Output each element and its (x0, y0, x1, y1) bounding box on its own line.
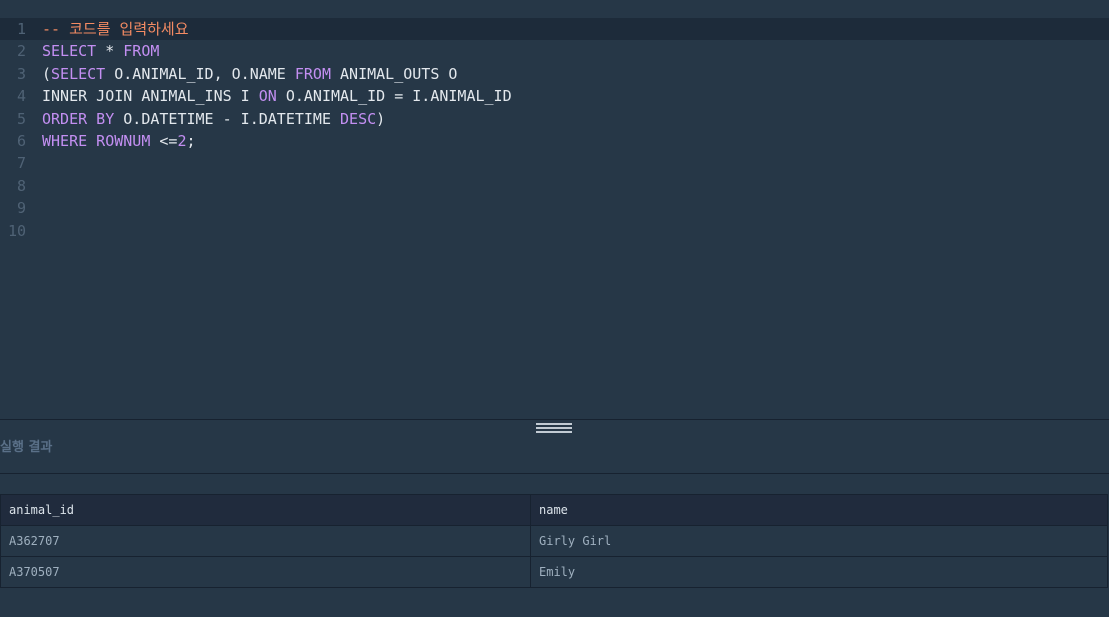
line-number: 6 (16, 131, 26, 150)
resize-handle[interactable] (536, 423, 572, 433)
code-token: ORDER BY (42, 109, 115, 128)
table-cell: Girly Girl (530, 525, 1108, 557)
code-line[interactable]: 6 WHERE ROWNUM <=2; (0, 130, 1109, 152)
code-text: WHERE ROWNUM <=2; (42, 130, 196, 152)
line-number: 8 (16, 176, 26, 195)
code-line[interactable]: 9 (0, 197, 1109, 219)
code-token: INNER JOIN ANIMAL_INS I (42, 87, 259, 106)
line-number: 3 (16, 64, 26, 83)
code-text: (SELECT O.ANIMAL_ID, O.NAME FROM ANIMAL_… (42, 63, 457, 85)
line-number: 1 (16, 20, 26, 38)
code-token: ) (376, 109, 386, 128)
result-table: animal_id name A362707 Girly Girl A37050… (0, 494, 1108, 588)
code-token: ON (258, 87, 277, 106)
line-number: 7 (16, 154, 26, 173)
table-cell: A370507 (0, 556, 531, 588)
code-token: SELECT (51, 64, 106, 83)
table-row: A362707 Girly Girl (0, 525, 1108, 557)
code-token: FROM (123, 42, 160, 61)
column-header-name: name (530, 494, 1108, 526)
table-header-row: animal_id name (0, 494, 1108, 526)
code-token: -- 코드를 입력하세요 (42, 20, 189, 38)
code-editor[interactable]: 1 -- 코드를 입력하세요 2 SELECT * FROM 3 (SELECT O.AN… (0, 0, 1109, 419)
table-row: A370507 Emily (0, 556, 1108, 588)
panel-divider (0, 419, 1109, 420)
code-line[interactable]: 3 (SELECT O.ANIMAL_ID, O.NAME FROM ANIMAL… (0, 63, 1109, 85)
code-token: SELECT (42, 42, 97, 61)
result-separator (0, 473, 1109, 474)
line-number: 5 (16, 109, 26, 128)
code-token: ANIMAL_OUTS O (331, 64, 458, 83)
code-token: DESC (340, 109, 377, 128)
code-token: O.DATETIME - I.DATETIME (114, 109, 341, 128)
table-cell: A362707 (0, 525, 531, 557)
code-line[interactable]: 7 (0, 152, 1109, 174)
code-token: <= (150, 131, 178, 150)
column-header-animal-id: animal_id (0, 494, 531, 526)
code-token: ( (42, 64, 52, 83)
table-cell: Emily (530, 556, 1108, 588)
code-line[interactable]: 1 -- 코드를 입력하세요 (0, 18, 1109, 41)
code-line[interactable]: 5 ORDER BY O.DATETIME - I.DATETIME DESC) (0, 108, 1109, 130)
code-text: -- 코드를 입력하세요 (42, 18, 189, 40)
code-line[interactable]: 2 SELECT * FROM (0, 40, 1109, 62)
line-number: 2 (16, 42, 26, 61)
result-title: 실행 결과 (0, 440, 53, 455)
code-text: SELECT * FROM (42, 40, 159, 62)
code-text: INNER JOIN ANIMAL_INS I ON O.ANIMAL_ID =… (42, 85, 512, 107)
code-token: * (96, 42, 124, 61)
line-number: 9 (16, 199, 26, 218)
code-token: FROM (294, 64, 331, 83)
code-token: ; (186, 131, 196, 150)
code-line[interactable]: 10 (0, 220, 1109, 242)
code-text: ORDER BY O.DATETIME - I.DATETIME DESC) (42, 108, 385, 130)
code-token: O.ANIMAL_ID = I.ANIMAL_ID (276, 87, 512, 106)
code-line[interactable]: 4 INNER JOIN ANIMAL_INS I ON O.ANIMAL_ID … (0, 85, 1109, 107)
code-token: O.ANIMAL_ID, O.NAME (105, 64, 295, 83)
code-token: WHERE ROWNUM (42, 131, 151, 150)
code-line[interactable]: 8 (0, 175, 1109, 197)
line-number: 10 (7, 221, 26, 240)
code-token: 2 (177, 131, 187, 150)
line-number: 4 (16, 87, 26, 106)
